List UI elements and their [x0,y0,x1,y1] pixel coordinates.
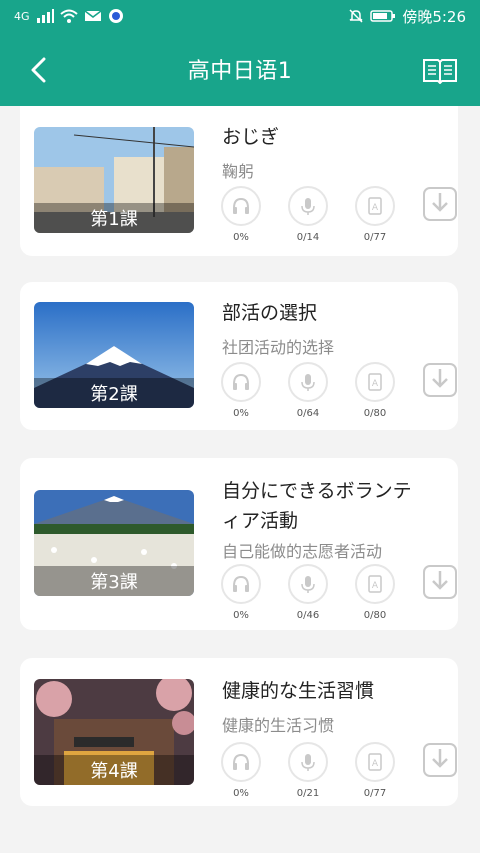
mic-icon [301,754,315,771]
lesson-thumbnail: 第3課 [34,490,194,596]
lesson-label: 第2課 [34,378,194,408]
wifi-icon [59,9,78,23]
status-left: 4G [14,8,124,24]
book-button[interactable] [418,50,462,90]
listen-progress[interactable]: 0% [213,742,269,799]
mic-icon [301,576,315,593]
battery-icon [370,10,396,22]
lesson-title: 部活の選択 [222,302,318,324]
lesson-subtitle: 鞠躬 [222,162,255,181]
network-label: 4G [14,9,30,23]
mic-icon [301,374,315,391]
docs-progress[interactable]: A 0/77 [347,186,403,243]
listen-value: 0% [233,610,249,621]
speak-progress[interactable]: 0/14 [280,186,336,243]
lesson-title: おじぎ [222,126,280,148]
page-title: 高中日语1 [187,59,293,84]
status-bar: 4G 傍晚5:26 [0,0,480,32]
lesson-card[interactable]: 第1課 おじぎ 鞠躬 0% 0/14 A 0/77 [20,106,458,256]
speak-progress[interactable]: 0/21 [280,742,336,799]
lesson-thumbnail: 第1課 [34,127,194,233]
lesson-label: 第3課 [34,566,194,596]
lesson-title: 自分にできるボランティア活動 [222,480,412,532]
lesson-subtitle: 健康的生活习惯 [222,716,335,735]
listen-value: 0% [233,408,249,419]
speak-value: 0/46 [296,610,320,621]
speak-value: 0/14 [296,232,320,243]
docs-value: 0/77 [363,232,387,243]
svg-text:A: A [372,759,379,769]
lesson-subtitle: 社团活动的选择 [222,338,335,357]
status-right: 傍晚5:26 [348,6,466,27]
svg-text:A: A [372,203,379,213]
download-icon[interactable] [422,362,458,398]
lesson-card[interactable]: 第4課 健康的な生活習慣 健康的生活习惯 0% 0/21 A 0/77 [20,658,458,806]
document-icon: A [368,197,382,215]
lesson-label: 第4課 [34,755,194,785]
lesson-card[interactable]: 第2課 部活の選択 社团活动的选择 0% 0/64 A 0/80 [20,282,458,430]
headphones-icon [233,753,249,770]
download-icon[interactable] [422,742,458,778]
speak-value: 0/64 [296,408,320,419]
document-icon: A [368,575,382,593]
docs-value: 0/80 [363,408,387,419]
signal-icon [36,9,54,23]
headphones-icon [233,197,249,214]
time-label: 傍晚5:26 [402,7,466,26]
svg-text:A: A [372,379,379,389]
lesson-subtitle: 自己能做的志愿者活动 [222,542,383,561]
lesson-label: 第1課 [34,203,194,233]
listen-progress[interactable]: 0% [213,186,269,243]
listen-value: 0% [233,232,249,243]
headphones-icon [233,575,249,592]
book-icon [423,59,457,84]
svg-text:A: A [372,581,379,591]
lesson-thumbnail: 第4課 [34,679,194,785]
lesson-card[interactable]: 第3課 自分にできるボランティア活動 自己能做的志愿者活动 0% 0/46 A … [20,458,458,630]
docs-value: 0/80 [363,610,387,621]
download-icon[interactable] [422,186,458,222]
document-icon: A [368,373,382,391]
speak-progress[interactable]: 0/64 [280,362,336,419]
docs-progress[interactable]: A 0/77 [347,742,403,799]
speak-value: 0/21 [296,788,320,799]
back-button[interactable] [20,52,56,88]
listen-progress[interactable]: 0% [213,564,269,621]
mail-icon [84,10,101,21]
mute-bell-icon [349,9,363,23]
docs-progress[interactable]: A 0/80 [347,362,403,419]
back-icon [31,57,46,83]
lesson-thumbnail: 第2課 [34,302,194,408]
app-bar: 高中日语1 [0,32,480,106]
speak-progress[interactable]: 0/46 [280,564,336,621]
shield-icon [108,9,123,23]
docs-value: 0/77 [363,788,387,799]
download-icon[interactable] [422,564,458,600]
listen-value: 0% [233,788,249,799]
lesson-title: 健康的な生活習慣 [222,680,375,702]
headphones-icon [233,373,249,390]
mic-icon [301,198,315,215]
listen-progress[interactable]: 0% [213,362,269,419]
docs-progress[interactable]: A 0/80 [347,564,403,621]
document-icon: A [368,753,382,771]
